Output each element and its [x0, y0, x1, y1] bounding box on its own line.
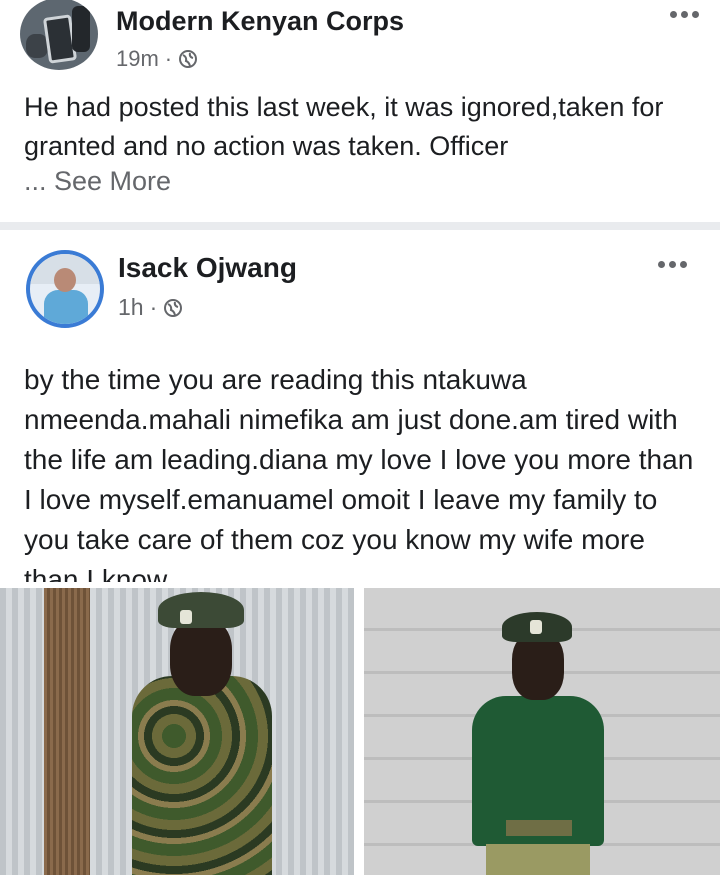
- outer-post-time[interactable]: 19m: [116, 46, 159, 72]
- photo-officer-camouflage[interactable]: [0, 588, 354, 875]
- shared-post-text: by the time you are reading this ntakuwa…: [24, 364, 694, 582]
- globe-icon[interactable]: [178, 49, 198, 69]
- outer-post-author[interactable]: Modern Kenyan Corps: [116, 6, 404, 37]
- page-avatar[interactable]: [20, 0, 98, 70]
- photo-officer-green-sweater[interactable]: [364, 588, 720, 875]
- shared-post-time[interactable]: 1h: [118, 294, 144, 321]
- shared-post-divider: [0, 222, 720, 230]
- shared-post-card: Isack Ojwang 1h · by the time you are re…: [6, 232, 716, 582]
- meta-separator: ·: [149, 294, 158, 320]
- outer-post-header: Modern Kenyan Corps 19m ·: [0, 0, 720, 80]
- outer-post-more-options-icon[interactable]: [668, 8, 700, 20]
- globe-icon[interactable]: [163, 298, 183, 318]
- profile-avatar[interactable]: [26, 250, 104, 328]
- shared-post-meta: 1h ·: [118, 294, 183, 321]
- meta-separator: ·: [164, 46, 173, 71]
- see-more-link[interactable]: ... See More: [24, 166, 171, 197]
- photo-grid: [0, 588, 720, 875]
- outer-post-text: He had posted this last week, it was ign…: [24, 92, 664, 161]
- shared-post-author[interactable]: Isack Ojwang: [118, 252, 297, 284]
- outer-post-meta: 19m ·: [116, 46, 198, 72]
- shared-post-more-options-icon[interactable]: [656, 258, 688, 270]
